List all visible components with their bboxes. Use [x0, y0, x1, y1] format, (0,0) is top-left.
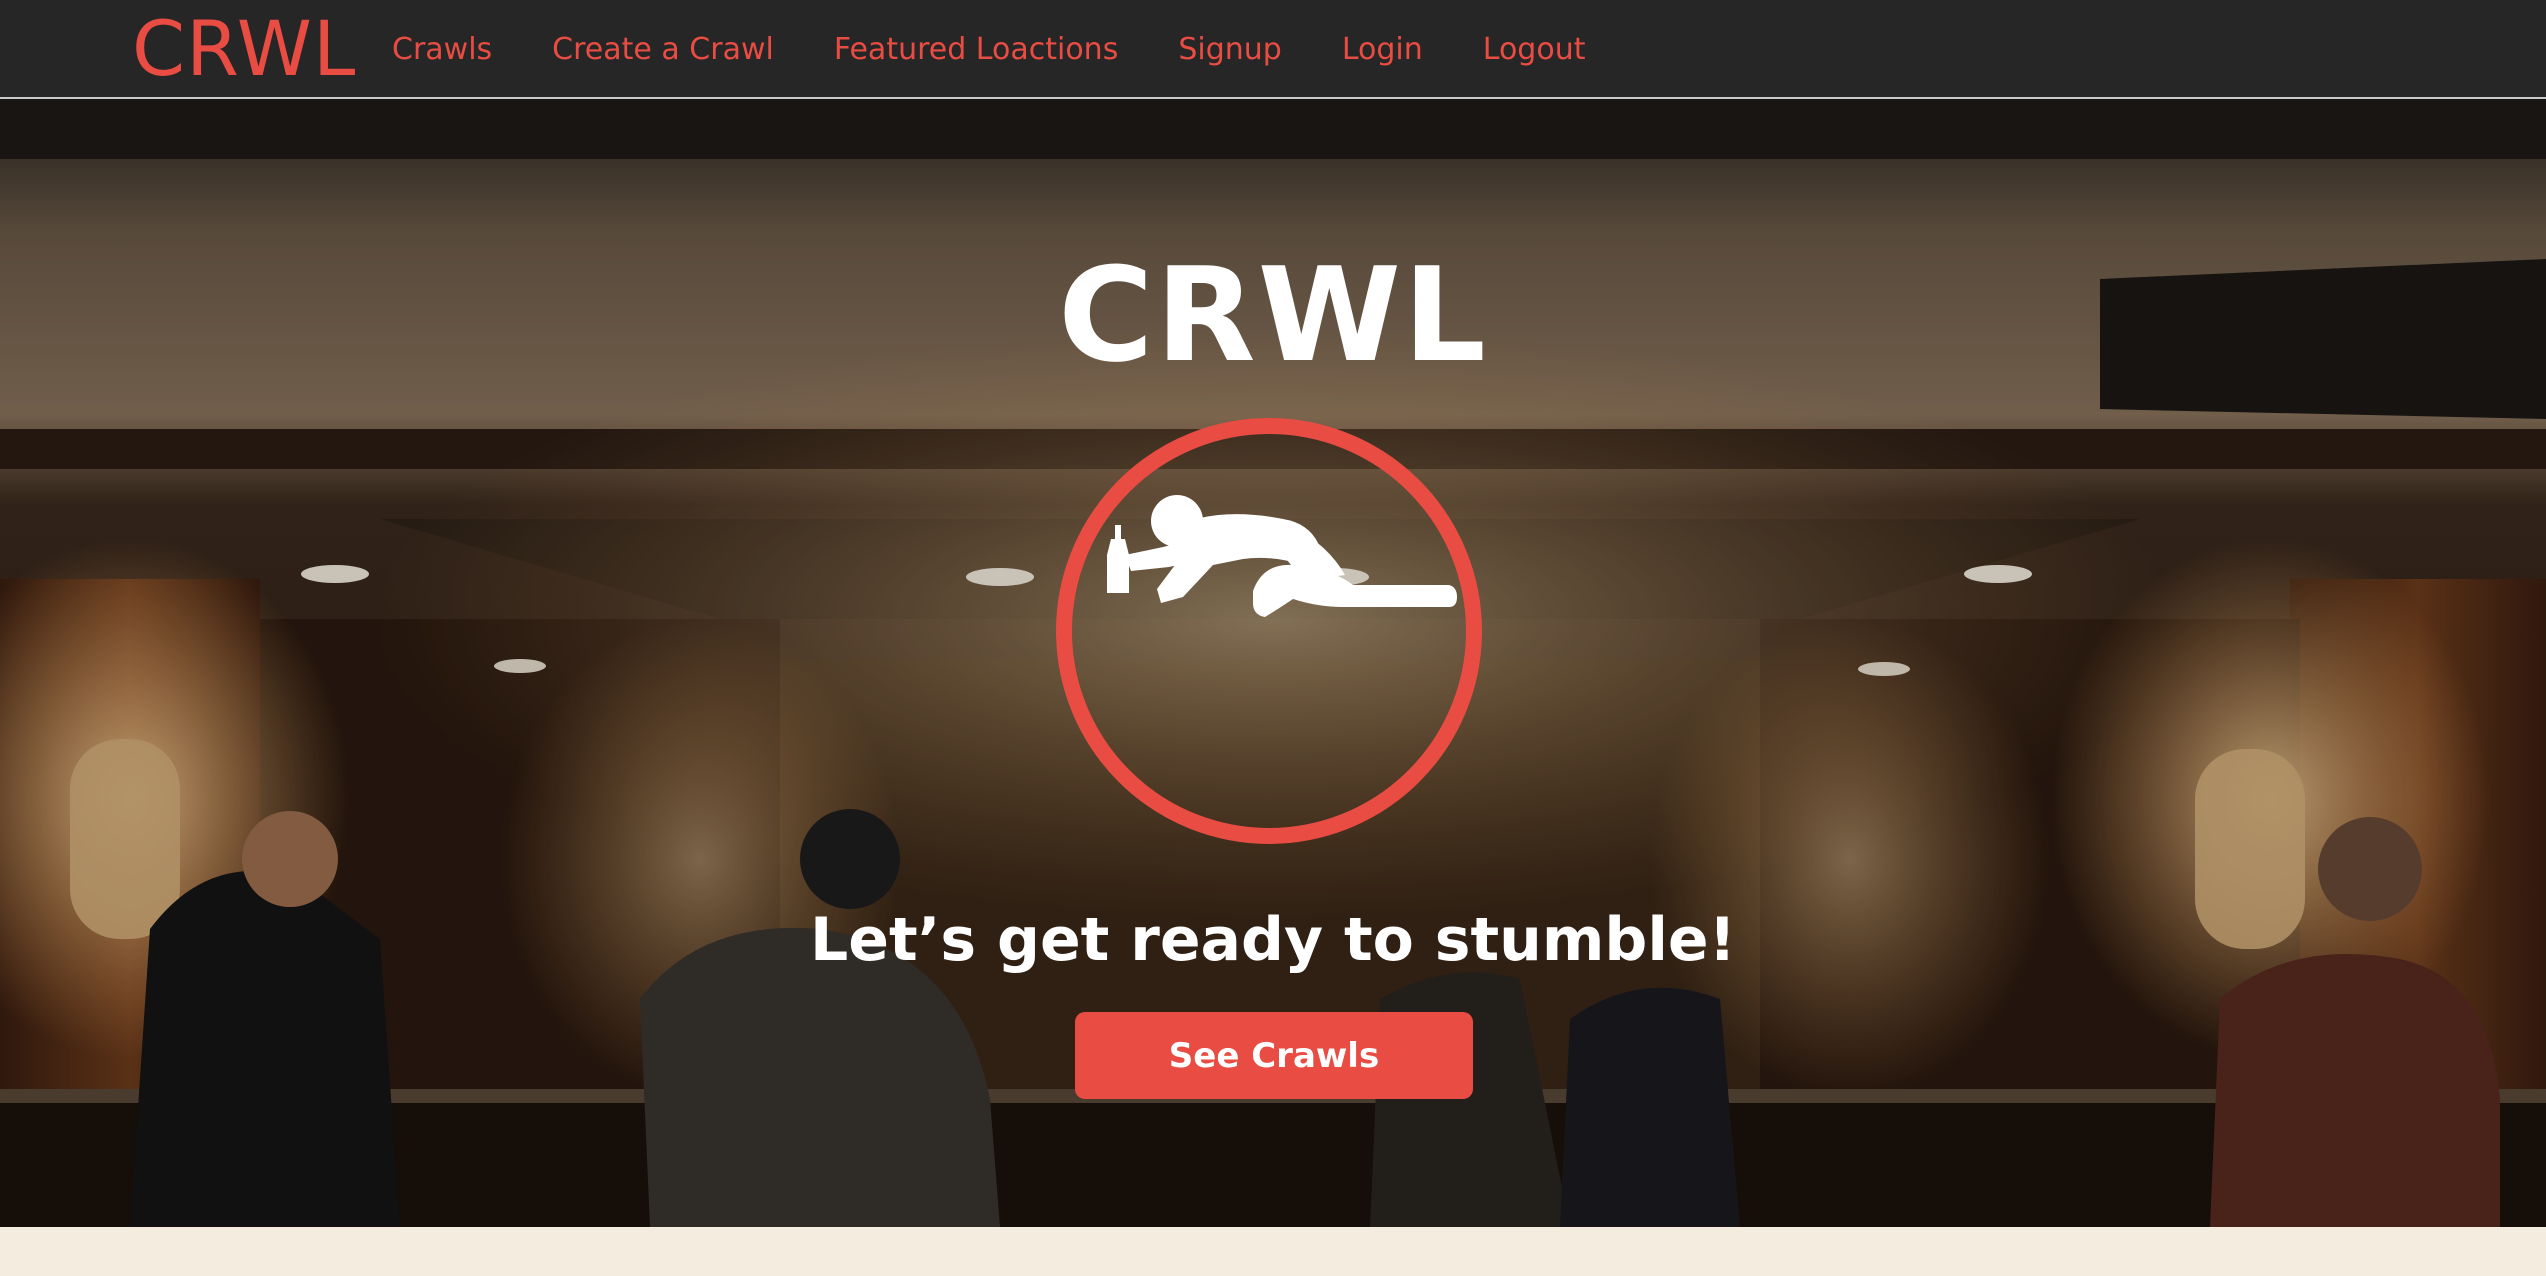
nav-link-featured-locations[interactable]: Featured Loactions	[834, 32, 1118, 67]
nav-link-create-crawl[interactable]: Create a Crawl	[552, 32, 774, 67]
nav-links: Crawls Create a Crawl Featured Loactions…	[392, 0, 1645, 99]
brand-logo[interactable]: CRWL	[132, 6, 356, 92]
nav-link-login[interactable]: Login	[1342, 32, 1423, 67]
hero-section: CRWL Let’s get ready to stumble! See Cra…	[0, 99, 2546, 1227]
see-crawls-button[interactable]: See Crawls	[1075, 1012, 1473, 1099]
nav-link-logout[interactable]: Logout	[1483, 32, 1586, 67]
page-bottom-strip	[0, 1227, 2546, 1276]
crawling-person-with-bottle-icon	[1056, 418, 1482, 844]
navbar: CRWL Crawls Create a Crawl Featured Loac…	[0, 0, 2546, 99]
hero-title: CRWL	[1058, 239, 1488, 391]
nav-link-signup[interactable]: Signup	[1178, 32, 1282, 67]
hero-tagline: Let’s get ready to stumble!	[810, 905, 1736, 975]
nav-link-crawls[interactable]: Crawls	[392, 32, 492, 67]
